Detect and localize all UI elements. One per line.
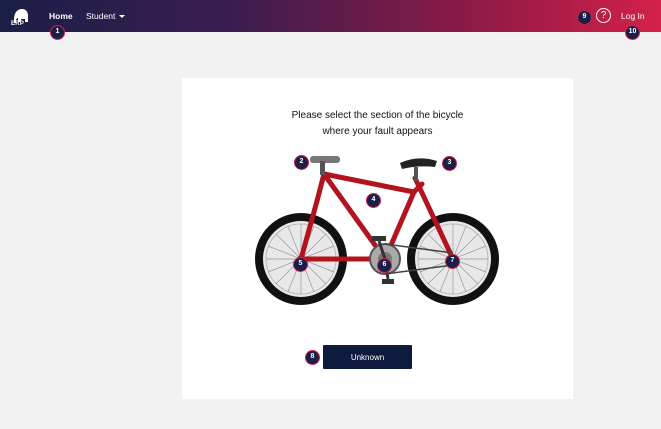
- bike-selection-card: Please select the section of the bicycle…: [182, 78, 573, 399]
- unknown-button[interactable]: Unknown: [323, 345, 412, 369]
- nav-home-link[interactable]: Home: [49, 11, 73, 21]
- marker-2: 2: [294, 155, 309, 170]
- marker-1: 1: [50, 25, 65, 40]
- marker-8: 8: [305, 350, 320, 365]
- instruction-text: Please select the section of the bicycle…: [182, 108, 573, 140]
- caret-down-icon: [119, 15, 126, 19]
- marker-6: 6: [377, 258, 392, 273]
- marker-10: 10: [625, 25, 640, 40]
- logo-text: ERP: [11, 21, 25, 27]
- marker-9: 9: [577, 10, 592, 25]
- top-navbar: ERP Home Student ? Log In: [0, 0, 661, 32]
- saddle[interactable]: [400, 158, 437, 181]
- instruction-line-1: Please select the section of the bicycle: [291, 110, 464, 121]
- marker-7: 7: [445, 254, 460, 269]
- instruction-line-2: where your fault appears: [322, 126, 433, 137]
- marker-3: 3: [442, 156, 457, 171]
- bicycle-diagram: [255, 156, 499, 305]
- marker-4: 4: [366, 193, 381, 208]
- marker-5: 5: [293, 257, 308, 272]
- help-button[interactable]: ?: [596, 8, 611, 23]
- handlebar[interactable]: [310, 156, 340, 175]
- nav-student-dropdown[interactable]: Student: [86, 11, 126, 21]
- nav-student-label: Student: [86, 11, 116, 21]
- login-link[interactable]: Log In: [621, 11, 645, 21]
